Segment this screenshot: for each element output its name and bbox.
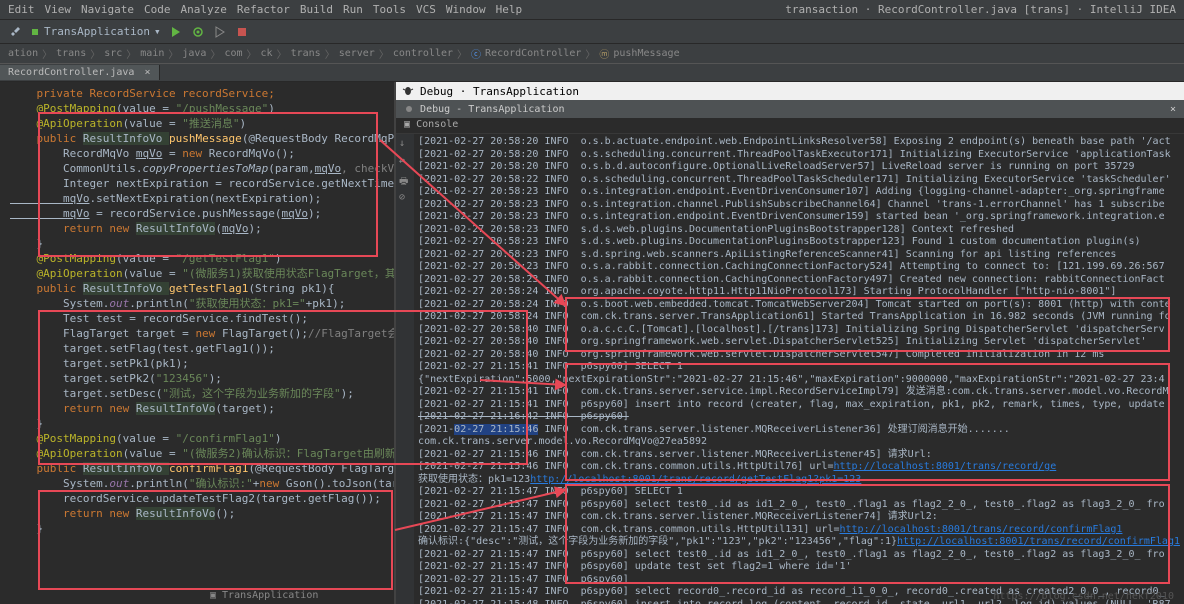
print-icon[interactable]: 🖶 — [399, 174, 411, 186]
log-line: [2021-02-27 21:15:47 INFO p6spy60] — [418, 574, 1180, 587]
log-line: [2021-02-27 21:15:47 INFO p6spy60] selec… — [418, 499, 1180, 512]
editor-tabs: RecordController.java × — [0, 64, 1184, 82]
log-line: [2021-02-27 20:58:23 INFO s.d.spring.web… — [418, 249, 1180, 262]
log-line: [2021-02-27 21:15:47 INFO com.ck.trans.c… — [418, 524, 1180, 537]
log-line: [2021-02-27 20:58:40 INFO org.springfram… — [418, 336, 1180, 349]
log-line: [2021-02-27 20:58:40 INFO o.a.c.c.C.[Tom… — [418, 324, 1180, 337]
log-line: [2021-02-27 21:15:41 INFO p6spy60] inser… — [418, 399, 1180, 412]
clear-icon[interactable]: ⊘ — [399, 192, 411, 204]
menu-code[interactable]: Code — [144, 3, 171, 16]
log-line: [2021-02-27 21:15:41 INFO p6spy60] SELEC… — [418, 361, 1180, 374]
log-line: 获取使用状态：pk1=123http://localhost:8001/tran… — [418, 474, 1180, 487]
menu-tools[interactable]: Tools — [373, 3, 406, 16]
log-line: [2021-02-27 21:15:46 INFO com.ck.trans.c… — [418, 461, 1180, 474]
debug-tab[interactable]: Debug - TransApplication × — [396, 100, 1184, 118]
run-configuration[interactable]: TransApplication ▾ — [30, 25, 161, 38]
log-line: [2021-02-27 20:58:40 INFO org.springfram… — [418, 349, 1180, 362]
close-icon[interactable]: × — [144, 67, 150, 78]
log-line: [2021-02-27 20:58:23 INFO o.s.a.rabbit.c… — [418, 274, 1180, 287]
log-line: [2021-02-27 20:58:23 INFO s.d.s.web.plug… — [418, 236, 1180, 249]
menu-help[interactable]: Help — [496, 3, 523, 16]
log-line: [2021-02-27 20:58:24 INFO com.ck.trans.s… — [418, 311, 1180, 324]
wrap-icon[interactable]: ↩ — [399, 156, 411, 168]
console-output[interactable]: [2021-02-27 20:58:20 INFO o.s.b.actuate.… — [414, 134, 1184, 604]
menu-build[interactable]: Build — [300, 3, 333, 16]
log-line: com.ck.trans.server.model.vo.RecordMqVo@… — [418, 436, 1180, 449]
tab-recordcontroller[interactable]: RecordController.java × — [0, 65, 160, 80]
log-line: [2021-02-27 20:58:23 INFO o.s.integratio… — [418, 211, 1180, 224]
menu-view[interactable]: View — [45, 3, 72, 16]
run-icon[interactable] — [169, 25, 183, 39]
terminal-icon: ▣ — [404, 119, 410, 130]
scroll-end-icon[interactable]: ↓ — [399, 138, 411, 150]
log-line: [2021-02-27 21:15:46 INFO com.ck.trans.s… — [418, 449, 1180, 462]
menu-run[interactable]: Run — [343, 3, 363, 16]
log-line: [2021-02-27 20:58:23 INFO o.s.a.rabbit.c… — [418, 261, 1180, 274]
menu-bar: Edit View Navigate Code Analyze Refactor… — [0, 0, 1184, 20]
log-line: [2021-02-27 20:58:24 INFO o.s.boot.web.e… — [418, 299, 1180, 312]
stop-icon[interactable] — [235, 25, 249, 39]
log-line: [2021-02-27 21:15:46 INFO com.ck.trans.s… — [418, 424, 1180, 437]
close-icon[interactable]: × — [1170, 104, 1176, 115]
menu-refactor[interactable]: Refactor — [237, 3, 290, 16]
log-line: [2021-02-27 21:16:42 INFO p6spy60] — [418, 411, 1180, 424]
log-line: [2021-02-27 21:15:47 INFO p6spy60] updat… — [418, 561, 1180, 574]
debug-panel: Debug · TransApplication Debug - TransAp… — [394, 82, 1184, 604]
log-line: [2021-02-27 20:58:23 INFO o.s.integratio… — [418, 199, 1180, 212]
log-line: [2021-02-27 20:58:23 INFO s.d.s.web.plug… — [418, 224, 1180, 237]
log-line: {"nextExpiration":5000,"nextExpirationSt… — [418, 374, 1180, 387]
log-line: [2021-02-27 21:15:47 INFO com.ck.trans.s… — [418, 511, 1180, 524]
watermark: https://blog.csdn.net/hekf2010 — [993, 591, 1174, 602]
log-line: [2021-02-27 21:15:47 INFO p6spy60] SELEC… — [418, 486, 1180, 499]
menu-navigate[interactable]: Navigate — [81, 3, 134, 16]
debug-titlebar[interactable]: Debug · TransApplication — [396, 82, 1184, 100]
toolbar: TransApplication ▾ — [0, 20, 1184, 44]
log-line: [2021-02-27 20:58:24 INFO org.apache.coy… — [418, 286, 1180, 299]
window-title: transaction · RecordController.java [tra… — [785, 3, 1176, 16]
menu-vcs[interactable]: VCS — [416, 3, 436, 16]
debug-bug-icon — [402, 84, 414, 99]
log-line: [2021-02-27 20:58:23 INFO o.s.integratio… — [418, 186, 1180, 199]
log-line: 确认标识:{"desc":"测试，这个字段为业务新加的字段","pk1":"12… — [418, 536, 1180, 549]
console-header: ▣ Console — [396, 118, 1184, 134]
log-line: [2021-02-27 21:15:41 INFO com.ck.trans.s… — [418, 386, 1180, 399]
hammer-icon[interactable] — [8, 25, 22, 39]
menu-edit[interactable]: Edit — [8, 3, 35, 16]
breadcrumb: ation〉 trans〉 src〉 main〉 java〉 com〉 ck〉 … — [0, 44, 1184, 64]
menu-analyze[interactable]: Analyze — [180, 3, 226, 16]
log-line: [2021-02-27 20:58:22 INFO o.s.scheduling… — [418, 174, 1180, 187]
code-editor[interactable]: private RecordService recordService; @Po… — [0, 82, 394, 604]
chevron-down-icon: ▾ — [154, 25, 161, 38]
coverage-icon[interactable] — [213, 25, 227, 39]
debug-bug-icon — [404, 103, 414, 116]
debug-icon[interactable] — [191, 25, 205, 39]
log-line: [2021-02-27 20:58:20 INFO o.s.scheduling… — [418, 149, 1180, 162]
log-line: [2021-02-27 20:58:20 INFO o.s.b.d.autoco… — [418, 161, 1180, 174]
log-line: [2021-02-27 20:58:20 INFO o.s.b.actuate.… — [418, 136, 1180, 149]
console-toolbar: ↓ ↩ 🖶 ⊘ — [396, 134, 414, 604]
menu-window[interactable]: Window — [446, 3, 486, 16]
log-line: [2021-02-27 21:15:47 INFO p6spy60] selec… — [418, 549, 1180, 562]
